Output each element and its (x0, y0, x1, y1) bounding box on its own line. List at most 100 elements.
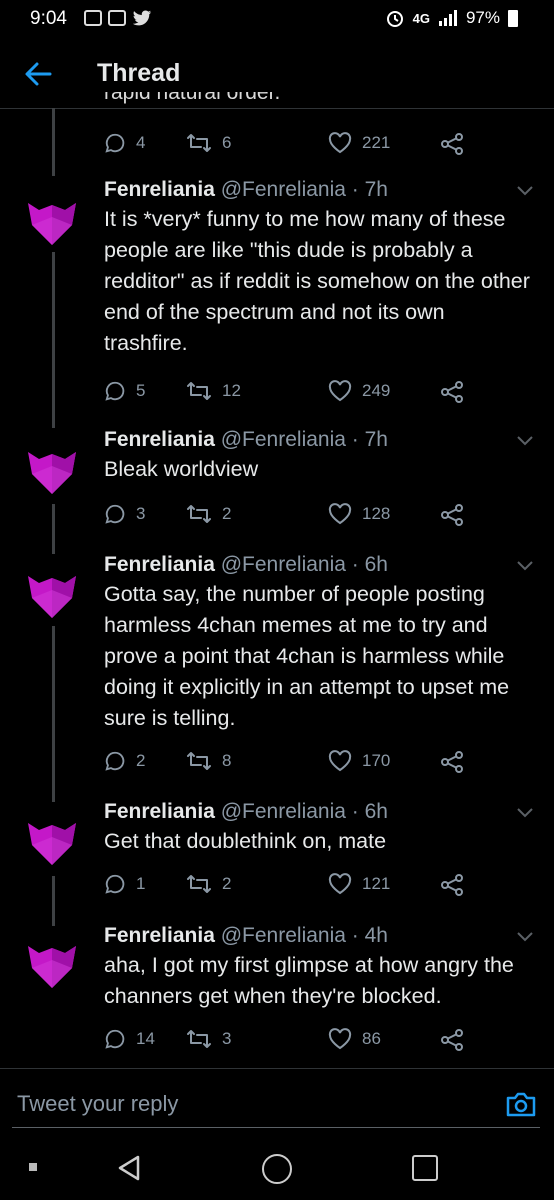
avatar[interactable] (25, 938, 79, 992)
camera-icon[interactable] (505, 1089, 537, 1119)
reply-button[interactable]: 1 (104, 873, 145, 895)
tweet-actions: 2 8 170 (104, 750, 484, 774)
reply-button[interactable]: 2 (104, 750, 145, 772)
chevron-down-icon[interactable] (515, 184, 535, 198)
chevron-down-icon[interactable] (515, 806, 535, 820)
tweet-actions: 3 2 128 (104, 503, 484, 527)
status-time: 9:04 (30, 8, 67, 29)
tweet-header: Fenreliania @Fenreliania · 4h (104, 924, 388, 948)
like-button[interactable]: 170 (328, 750, 390, 772)
tweet-time: · 6h (351, 800, 388, 823)
retweet-button[interactable]: 12 (186, 380, 241, 402)
chevron-down-icon[interactable] (515, 434, 535, 448)
user-handle: @Fenreliania (220, 553, 346, 576)
reply-button[interactable]: 14 (104, 1028, 155, 1050)
nav-back-icon[interactable] (116, 1154, 142, 1182)
retweet-button[interactable]: 6 (186, 132, 231, 154)
like-count: 86 (362, 1029, 381, 1048)
avatar[interactable] (25, 195, 79, 249)
message-icon (108, 10, 126, 26)
heart-icon (328, 380, 352, 402)
reply-icon (105, 1029, 125, 1049)
share-icon (441, 1029, 463, 1051)
heart-icon (328, 750, 352, 772)
avatar[interactable] (25, 568, 79, 622)
tweet-text: Get that doublethink on, mate (104, 829, 387, 853)
like-button[interactable]: 128 (328, 503, 390, 525)
reply-button[interactable]: 5 (104, 380, 145, 402)
like-button[interactable]: 221 (328, 132, 390, 154)
retweet-count: 2 (222, 504, 232, 523)
reply-icon (105, 874, 125, 894)
chevron-down-icon[interactable] (515, 930, 535, 944)
share-button[interactable] (440, 873, 464, 897)
share-button[interactable] (440, 380, 464, 404)
heart-icon (328, 1028, 352, 1050)
like-button[interactable]: 121 (328, 873, 390, 895)
system-indicators: 4G 97% (385, 8, 518, 28)
network-type: 4G (412, 10, 430, 26)
tweet-time: · 6h (351, 553, 388, 576)
retweet-button[interactable]: 2 (186, 503, 231, 525)
retweet-icon (187, 505, 211, 523)
tweet-time: · 4h (351, 924, 388, 947)
share-button[interactable] (440, 750, 464, 774)
display-name[interactable]: Fenreliania (104, 800, 215, 823)
share-icon (441, 751, 463, 773)
reply-button[interactable]: 3 (104, 503, 145, 525)
heart-icon (328, 873, 352, 895)
reply-underline (12, 1127, 540, 1128)
like-count: 249 (362, 381, 391, 400)
reply-input[interactable]: Tweet your reply (17, 1091, 178, 1117)
share-icon (441, 504, 463, 526)
share-button[interactable] (440, 1028, 464, 1052)
retweet-count: 6 (222, 133, 232, 152)
thread-line (52, 504, 55, 554)
display-name[interactable]: Fenreliania (104, 553, 215, 576)
retweet-icon (187, 134, 211, 152)
chevron-down-icon[interactable] (515, 559, 535, 573)
heart-avatar (28, 946, 76, 988)
reply-count: 3 (136, 504, 146, 523)
retweet-button[interactable]: 3 (186, 1028, 231, 1050)
avatar[interactable] (25, 444, 79, 498)
like-button[interactable]: 86 (328, 1028, 381, 1050)
back-arrow-icon[interactable] (22, 58, 54, 90)
reply-count: 1 (136, 874, 146, 893)
retweet-icon (187, 752, 211, 770)
alarm-icon (386, 11, 403, 27)
retweet-button[interactable]: 2 (186, 873, 231, 895)
page-title: Thread (97, 59, 181, 87)
heart-avatar (28, 823, 76, 865)
notification-icons (84, 10, 152, 27)
display-name[interactable]: Fenreliania (104, 924, 215, 947)
tweet-text: It is *very* funny to me how many of the… (104, 207, 530, 355)
retweet-button[interactable]: 8 (186, 750, 231, 772)
share-button[interactable] (440, 132, 464, 156)
display-name[interactable]: Fenreliania (104, 428, 215, 451)
retweet-icon (187, 875, 211, 893)
like-count: 221 (362, 133, 391, 152)
reply-button[interactable]: 4 (104, 132, 145, 154)
user-handle: @Fenreliania (220, 428, 346, 451)
user-handle: @Fenreliania (220, 178, 346, 201)
tweet-text: Gotta say, the number of people posting … (104, 582, 510, 730)
tweet-header: Fenreliania @Fenreliania · 6h (104, 553, 388, 577)
tweet-text: Bleak worldview (104, 457, 259, 481)
tweet-actions: 5 12 249 (104, 380, 484, 404)
share-button[interactable] (440, 503, 464, 527)
cutoff-tweet-text: rapid natural order. (104, 92, 504, 106)
gallery-icon (84, 10, 102, 26)
reply-bar: Tweet your reply (0, 1068, 554, 1131)
display-name[interactable]: Fenreliania (104, 178, 215, 201)
reply-count: 2 (136, 751, 146, 770)
reply-icon (105, 504, 125, 524)
share-icon (441, 133, 463, 155)
like-button[interactable]: 249 (328, 380, 390, 402)
tweet-header: Fenreliania @Fenreliania · 6h (104, 800, 388, 824)
retweet-count: 12 (222, 381, 241, 400)
avatar[interactable] (25, 815, 79, 869)
nav-recents-icon[interactable] (412, 1155, 438, 1181)
nav-home-icon[interactable] (262, 1154, 292, 1184)
like-count: 128 (362, 504, 391, 523)
